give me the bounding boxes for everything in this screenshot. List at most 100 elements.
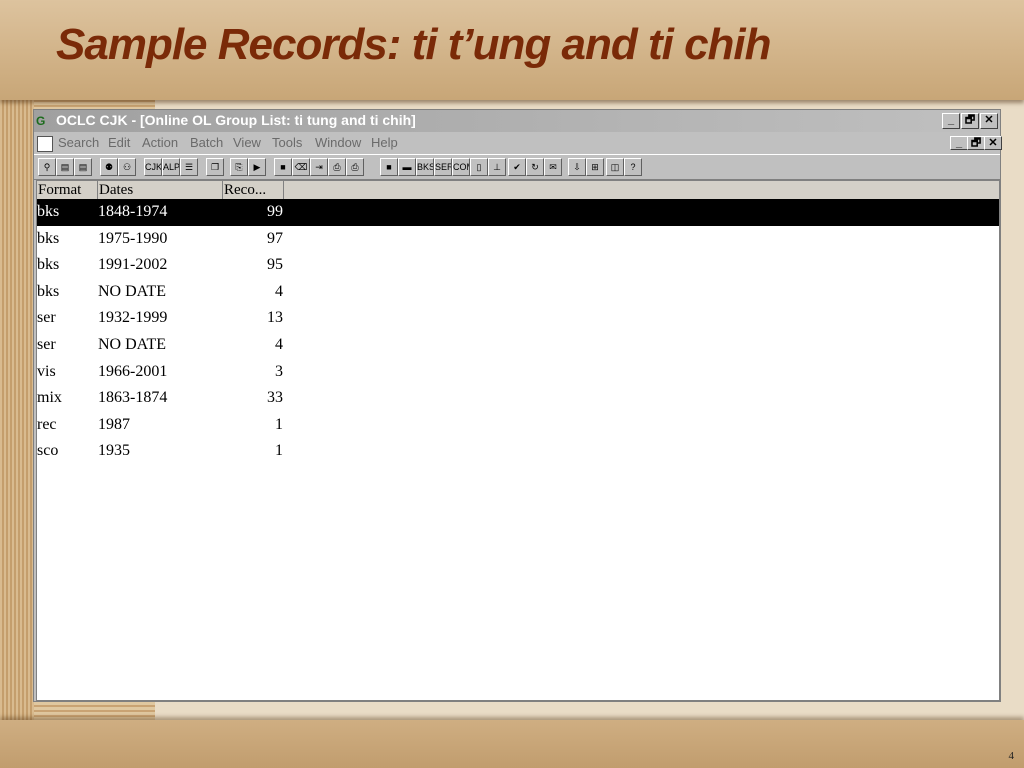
- slide-left-strip: [0, 100, 34, 720]
- minimize-button[interactable]: _: [942, 113, 960, 129]
- split-icon[interactable]: ⊥: [488, 158, 506, 176]
- window-titlebar[interactable]: G OCLC CJK - [Online OL Group List: ti t…: [34, 110, 1000, 132]
- row-dates: 1991-2002: [98, 256, 168, 274]
- row-dates: 1966-2001: [98, 362, 168, 380]
- menu-edit[interactable]: Edit: [108, 135, 130, 150]
- bib-workform-icon[interactable]: ■: [380, 158, 398, 176]
- row-records: 4: [275, 335, 283, 353]
- save-record-icon[interactable]: ⎘: [230, 158, 248, 176]
- com-workform-icon[interactable]: COM: [452, 158, 470, 176]
- menu-batch[interactable]: Batch: [190, 135, 223, 150]
- alpha-entry-icon[interactable]: ALP: [162, 158, 180, 176]
- row-records: 1: [275, 442, 283, 460]
- blank-page-icon[interactable]: ▯: [470, 158, 488, 176]
- row-dates: 1987: [98, 415, 130, 433]
- reformat-icon[interactable]: ↻: [526, 158, 544, 176]
- message-icon[interactable]: ✉: [544, 158, 562, 176]
- doc-minimize-button[interactable]: _: [950, 136, 968, 150]
- window-icon[interactable]: ◫: [606, 158, 624, 176]
- restore-button[interactable]: 🗗: [961, 113, 979, 129]
- menu-window[interactable]: Window: [315, 135, 361, 150]
- group-list: Format Dates Reco... bks 1848-1974 99 bks 19…: [36, 180, 1000, 701]
- column-header-records[interactable]: Reco...: [223, 181, 284, 199]
- text-list-icon[interactable]: ☰: [180, 158, 198, 176]
- row-dates: 1935: [98, 442, 130, 460]
- list-rows: bks 1848-1974 99 bks 1975-1990 97 bks 1991-2002…: [37, 199, 999, 465]
- row-dates: NO DATE: [98, 282, 166, 300]
- table-row[interactable]: mix 1863-1874 33: [37, 385, 999, 412]
- link-icon[interactable]: ⊞: [586, 158, 604, 176]
- row-dates: 1848-1974: [98, 203, 168, 220]
- table-row[interactable]: ser NO DATE 4: [37, 332, 999, 359]
- row-format: ser: [37, 335, 56, 353]
- row-dates: NO DATE: [98, 335, 166, 353]
- menubar: Search Edit Action Batch View Tools Wind…: [34, 133, 1002, 153]
- oclc-cjk-window: G OCLC CJK - [Online OL Group List: ti t…: [33, 109, 1002, 702]
- download-icon[interactable]: ⇩: [568, 158, 586, 176]
- row-format: mix: [37, 389, 62, 407]
- ser-workform-icon[interactable]: SER: [434, 158, 452, 176]
- delete-icon[interactable]: ⌫: [292, 158, 310, 176]
- validate-icon[interactable]: ✔: [508, 158, 526, 176]
- menu-action[interactable]: Action: [142, 135, 178, 150]
- close-button[interactable]: ✕: [980, 113, 998, 129]
- row-records: 95: [267, 256, 283, 274]
- table-row[interactable]: rec 1987 1: [37, 412, 999, 439]
- online-file-icon[interactable]: ▤: [74, 158, 92, 176]
- row-records: 13: [267, 309, 283, 327]
- next-record-icon[interactable]: ▶: [248, 158, 266, 176]
- row-format: bks: [37, 203, 60, 220]
- doc-close-button[interactable]: ✕: [984, 136, 1002, 150]
- stop-icon[interactable]: ■: [274, 158, 292, 176]
- row-dates: 1975-1990: [98, 229, 168, 247]
- copy-record-icon[interactable]: ❐: [206, 158, 224, 176]
- row-format: bks: [37, 282, 60, 300]
- display-icon[interactable]: ▬: [398, 158, 416, 176]
- row-dates: 1932-1999: [98, 309, 168, 327]
- row-format: vis: [37, 362, 56, 380]
- cjk-entry-icon[interactable]: CJK: [144, 158, 162, 176]
- print-icon[interactable]: ⎙: [328, 158, 346, 176]
- table-row[interactable]: bks 1848-1974 99: [37, 199, 999, 226]
- group-list-icon[interactable]: ⚇: [118, 158, 136, 176]
- table-row[interactable]: bks NO DATE 4: [37, 279, 999, 306]
- table-row[interactable]: ser 1932-1999 13: [37, 305, 999, 332]
- export-icon[interactable]: ⇥: [310, 158, 328, 176]
- menu-view[interactable]: View: [233, 135, 261, 150]
- row-records: 99: [267, 203, 283, 220]
- row-records: 4: [275, 282, 283, 300]
- oclc-cjk-app-icon[interactable]: G: [36, 112, 54, 130]
- toolbar: ⚲▤▤⚉⚇CJKALP☰❐⎘▶■⌫⇥⎙⎙■▬BKSSERCOM▯⊥✔↻✉⇩⊞◫?: [34, 154, 1000, 180]
- help-icon[interactable]: ?: [624, 158, 642, 176]
- local-file-icon[interactable]: ▤: [56, 158, 74, 176]
- row-records: 33: [267, 389, 283, 407]
- row-records: 1: [275, 415, 283, 433]
- group-search-icon[interactable]: ⚉: [100, 158, 118, 176]
- table-row[interactable]: sco 1935 1: [37, 438, 999, 465]
- table-row[interactable]: bks 1975-1990 97: [37, 226, 999, 253]
- row-format: bks: [37, 229, 60, 247]
- menu-tools[interactable]: Tools: [272, 135, 302, 150]
- row-format: sco: [37, 442, 59, 460]
- row-dates: 1863-1874: [98, 389, 168, 407]
- table-row[interactable]: vis 1966-2001 3: [37, 359, 999, 386]
- row-records: 3: [275, 362, 283, 380]
- search-tool-icon[interactable]: ⚲: [38, 158, 56, 176]
- slide-title-band: Sample Records: ti t’ung and ti chih: [0, 0, 1024, 100]
- table-row[interactable]: bks 1991-2002 95: [37, 252, 999, 279]
- row-format: bks: [37, 256, 60, 274]
- bks-workform-icon[interactable]: BKS: [416, 158, 434, 176]
- row-format: rec: [37, 415, 57, 433]
- document-icon[interactable]: [37, 136, 53, 152]
- slide-number: 4: [1008, 750, 1015, 762]
- row-format: ser: [37, 309, 56, 327]
- column-header-dates[interactable]: Dates: [98, 181, 223, 199]
- window-title: OCLC CJK - [Online OL Group List: ti tun…: [56, 112, 416, 128]
- row-records: 97: [267, 229, 283, 247]
- menu-help[interactable]: Help: [371, 135, 398, 150]
- column-header-format[interactable]: Format: [37, 181, 98, 199]
- menu-search[interactable]: Search: [58, 135, 99, 150]
- print-label-icon[interactable]: ⎙: [346, 158, 364, 176]
- list-header: Format Dates Reco...: [37, 181, 999, 200]
- doc-restore-button[interactable]: 🗗: [967, 136, 985, 150]
